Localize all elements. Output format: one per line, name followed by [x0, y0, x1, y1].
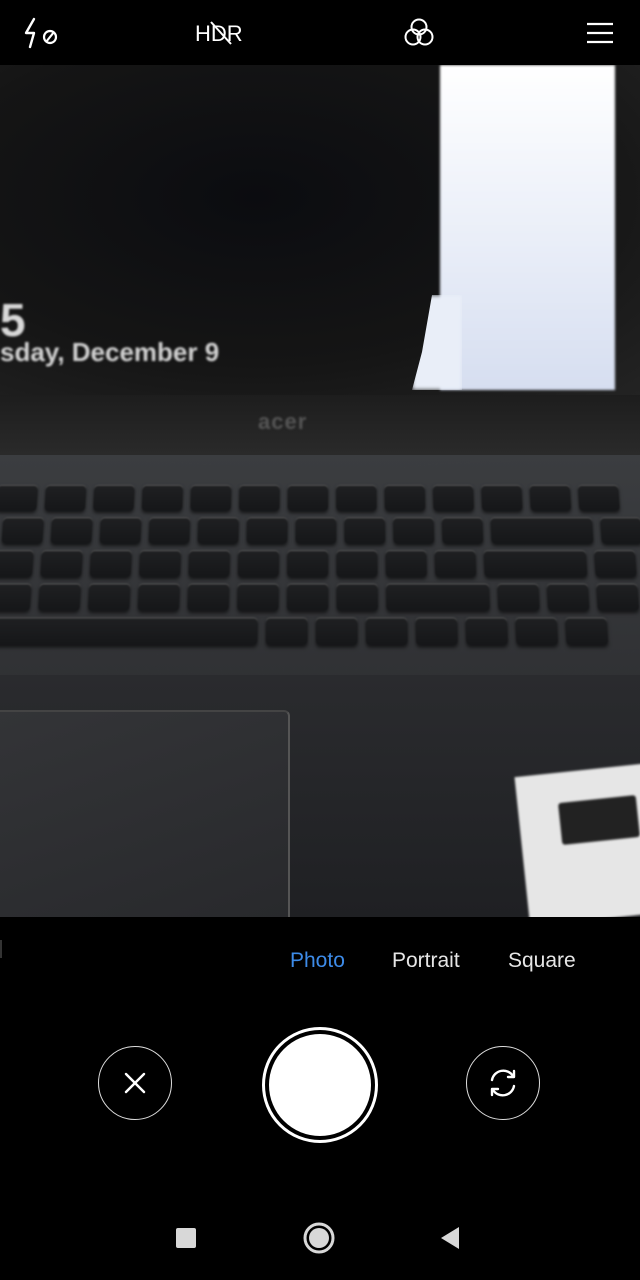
camera-top-bar: HDR — [0, 0, 640, 65]
cancel-button[interactable] — [98, 1046, 172, 1120]
close-icon — [121, 1069, 149, 1097]
shutter-button[interactable] — [262, 1027, 378, 1143]
keyboard-row — [0, 485, 620, 511]
keyboard-row — [0, 550, 640, 577]
sticker-memory-chip — [558, 795, 640, 845]
laptop-touchpad — [0, 710, 290, 917]
switch-camera-button[interactable] — [466, 1046, 540, 1120]
keyboard-row — [0, 617, 608, 645]
menu-icon — [585, 21, 615, 45]
keyboard-row — [0, 584, 639, 611]
keyboard-row — [1, 517, 640, 544]
flash-off-icon — [22, 17, 62, 49]
home-button[interactable] — [299, 1218, 339, 1258]
home-icon — [301, 1220, 337, 1256]
mode-more-indicator — [0, 940, 2, 958]
screen-bright-window — [440, 65, 615, 390]
menu-button[interactable] — [580, 12, 620, 54]
laptop-brand-logo: acer — [258, 409, 307, 435]
filters-button[interactable] — [396, 12, 442, 54]
back-button[interactable] — [430, 1218, 470, 1258]
shutter-button-inner — [269, 1034, 371, 1136]
lockscreen-date: sday, December 9 — [0, 337, 219, 368]
camera-viewfinder[interactable]: 5 sday, December 9 acer — [0, 65, 640, 917]
back-icon — [438, 1226, 462, 1250]
filters-icon — [402, 16, 436, 50]
mode-photo[interactable]: Photo — [290, 940, 345, 982]
mode-portrait[interactable]: Portrait — [392, 940, 460, 982]
camera-mode-selector: Photo Portrait Square — [0, 940, 640, 982]
hdr-off-icon: HDR — [191, 18, 251, 48]
mode-square[interactable]: Square — [508, 940, 576, 982]
laptop-keyboard — [0, 455, 640, 701]
recents-button[interactable] — [166, 1218, 206, 1258]
flash-toggle-button[interactable] — [18, 12, 66, 54]
hdr-toggle-button[interactable]: HDR — [188, 12, 254, 54]
hdr-label: HDR — [195, 21, 243, 46]
laptop-bezel — [0, 395, 640, 455]
capture-controls — [0, 1025, 640, 1145]
system-navigation-bar — [0, 1200, 640, 1276]
camera-switch-icon — [483, 1063, 523, 1103]
recents-icon — [175, 1227, 197, 1249]
